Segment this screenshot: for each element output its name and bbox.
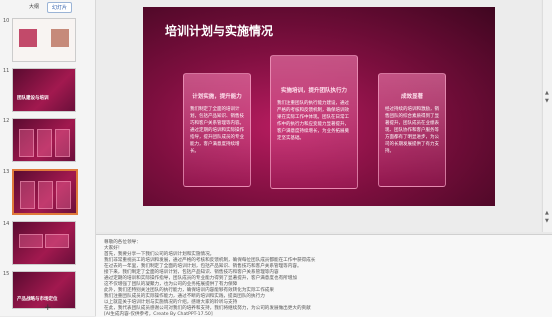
thumb-image xyxy=(19,29,37,47)
card-body: 我们制定了全面的培训计划，包括产品知识、销售技巧和客户关系管理等内容。通过定期的… xyxy=(190,107,244,154)
prev-slide-icon[interactable]: ▲ xyxy=(545,210,549,216)
thumb-card xyxy=(38,181,53,209)
next-slide-icon[interactable]: ▼ xyxy=(545,218,549,224)
content-card[interactable]: 计划实施，提升能力 我们制定了全面的培训计划，包括产品知识、销售技巧和客户关系管… xyxy=(183,73,251,187)
vertical-scrollbar[interactable]: ▲ ▼ ▲ ▼ xyxy=(542,0,552,232)
thumb-number: 14 xyxy=(3,221,10,227)
panel-tabs: 大纲 幻灯片 xyxy=(25,2,73,13)
slide-thumbnail[interactable] xyxy=(12,18,76,62)
add-slide-button[interactable]: + xyxy=(44,303,52,313)
card-heading: 计划实施，提升能力 xyxy=(192,94,242,100)
slide-thumbnail[interactable]: 团队建设与培训 xyxy=(12,68,76,112)
scroll-down-icon[interactable]: ▼ xyxy=(545,98,549,104)
current-slide[interactable]: 培训计划与实施情况 计划实施，提升能力 我们制定了全面的培训计划，包括产品知识、… xyxy=(143,7,495,206)
slide-title[interactable]: 培训计划与实施情况 xyxy=(165,22,273,39)
content-card[interactable]: 成效显著 经过持续的培训和激励，销售团队的综合素质得到了显著提升，团队成员在业绩… xyxy=(378,73,446,187)
thumb-number: 12 xyxy=(3,118,10,124)
thumb-card xyxy=(45,234,69,248)
thumb-title: 产品战略与市场定位 xyxy=(17,297,58,302)
notes-line: [AI生成内容-仅供参考，Create By ChatPPT-17.50] xyxy=(104,312,213,317)
thumb-card xyxy=(20,181,35,209)
card-heading: 实施培训，提升团队执行力 xyxy=(280,88,347,94)
tab-slides[interactable]: 幻灯片 xyxy=(47,2,73,13)
slide-thumbnail-selected[interactable] xyxy=(12,169,78,215)
thumb-card xyxy=(56,181,71,209)
card-body: 经过持续的培训和激励，销售团队的综合素质得到了显著提升，团队成员在业绩表现、团队… xyxy=(385,107,439,154)
thumb-card xyxy=(37,129,52,157)
slide-thumbnail[interactable] xyxy=(12,221,76,265)
thumb-card xyxy=(55,129,70,157)
slide-thumbnail[interactable] xyxy=(12,118,76,162)
slide-stage: 培训计划与实施情况 计划实施，提升能力 我们制定了全面的培训计划，包括产品知识、… xyxy=(96,0,541,232)
card-heading: 成效显著 xyxy=(400,94,423,100)
thumb-card xyxy=(19,234,43,248)
thumb-number: 11 xyxy=(3,68,10,74)
thumb-image xyxy=(51,29,69,47)
thumb-title: 团队建设与培训 xyxy=(17,96,49,101)
scroll-up-icon[interactable]: ▲ xyxy=(545,90,549,96)
thumb-card xyxy=(19,129,34,157)
thumb-number: 13 xyxy=(3,169,10,175)
speaker-notes[interactable]: 尊敬的各位领导： 大家好！ 首先，我要分享一下我们公司的培训计划和实施情况。 我… xyxy=(96,234,552,317)
thumb-number: 10 xyxy=(3,18,10,24)
slide-panel: 大纲 幻灯片 10 11 团队建设与培训 12 13 14 15 产品战略与市场… xyxy=(0,0,96,316)
card-body: 我们注重团队的执行能力建设，通过严格的考核和反馈机制，确保培训效果在实际工作中体… xyxy=(277,101,349,141)
content-card[interactable]: 实施培训，提升团队执行力 我们注重团队的执行能力建设，通过严格的考核和反馈机制，… xyxy=(270,55,358,189)
tab-outline[interactable]: 大纲 xyxy=(25,2,43,13)
thumb-number: 15 xyxy=(3,271,10,277)
